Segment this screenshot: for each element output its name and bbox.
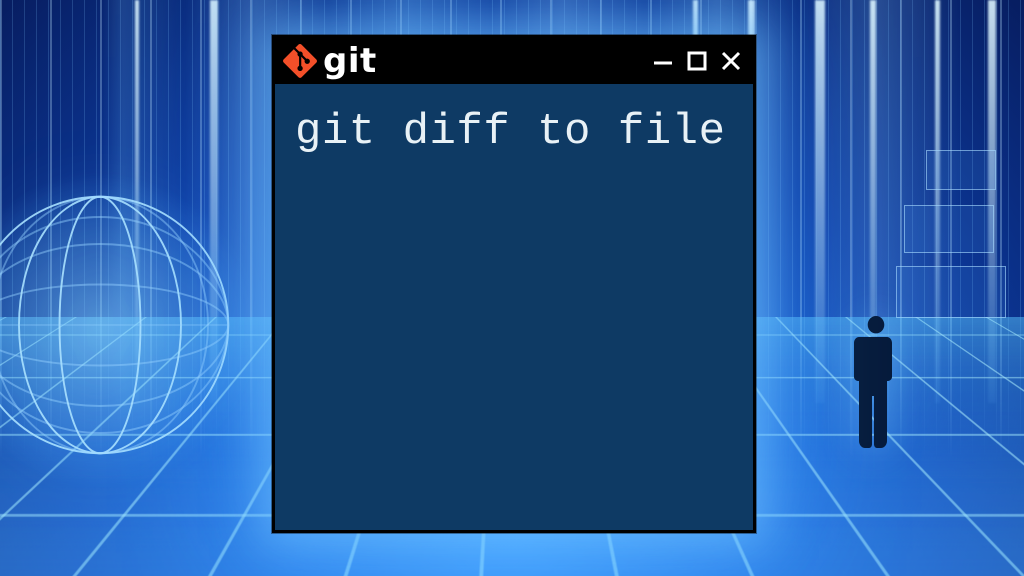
wall-panel — [896, 266, 1006, 318]
minimize-button[interactable] — [651, 49, 675, 73]
wall-panel — [904, 205, 994, 253]
wireframe-globe — [0, 190, 235, 460]
close-button[interactable] — [719, 49, 743, 73]
git-terminal-window: git git diff to file — [272, 35, 756, 533]
person-silhouette — [853, 316, 899, 448]
window-titlebar[interactable]: git — [275, 38, 753, 84]
terminal-body[interactable]: git diff to file — [275, 84, 753, 181]
maximize-button[interactable] — [685, 49, 709, 73]
terminal-command-text: git diff to file — [295, 108, 733, 157]
git-logo-icon — [283, 44, 317, 78]
window-title: git — [323, 44, 377, 78]
wall-panel — [926, 150, 996, 190]
window-controls — [651, 49, 743, 73]
